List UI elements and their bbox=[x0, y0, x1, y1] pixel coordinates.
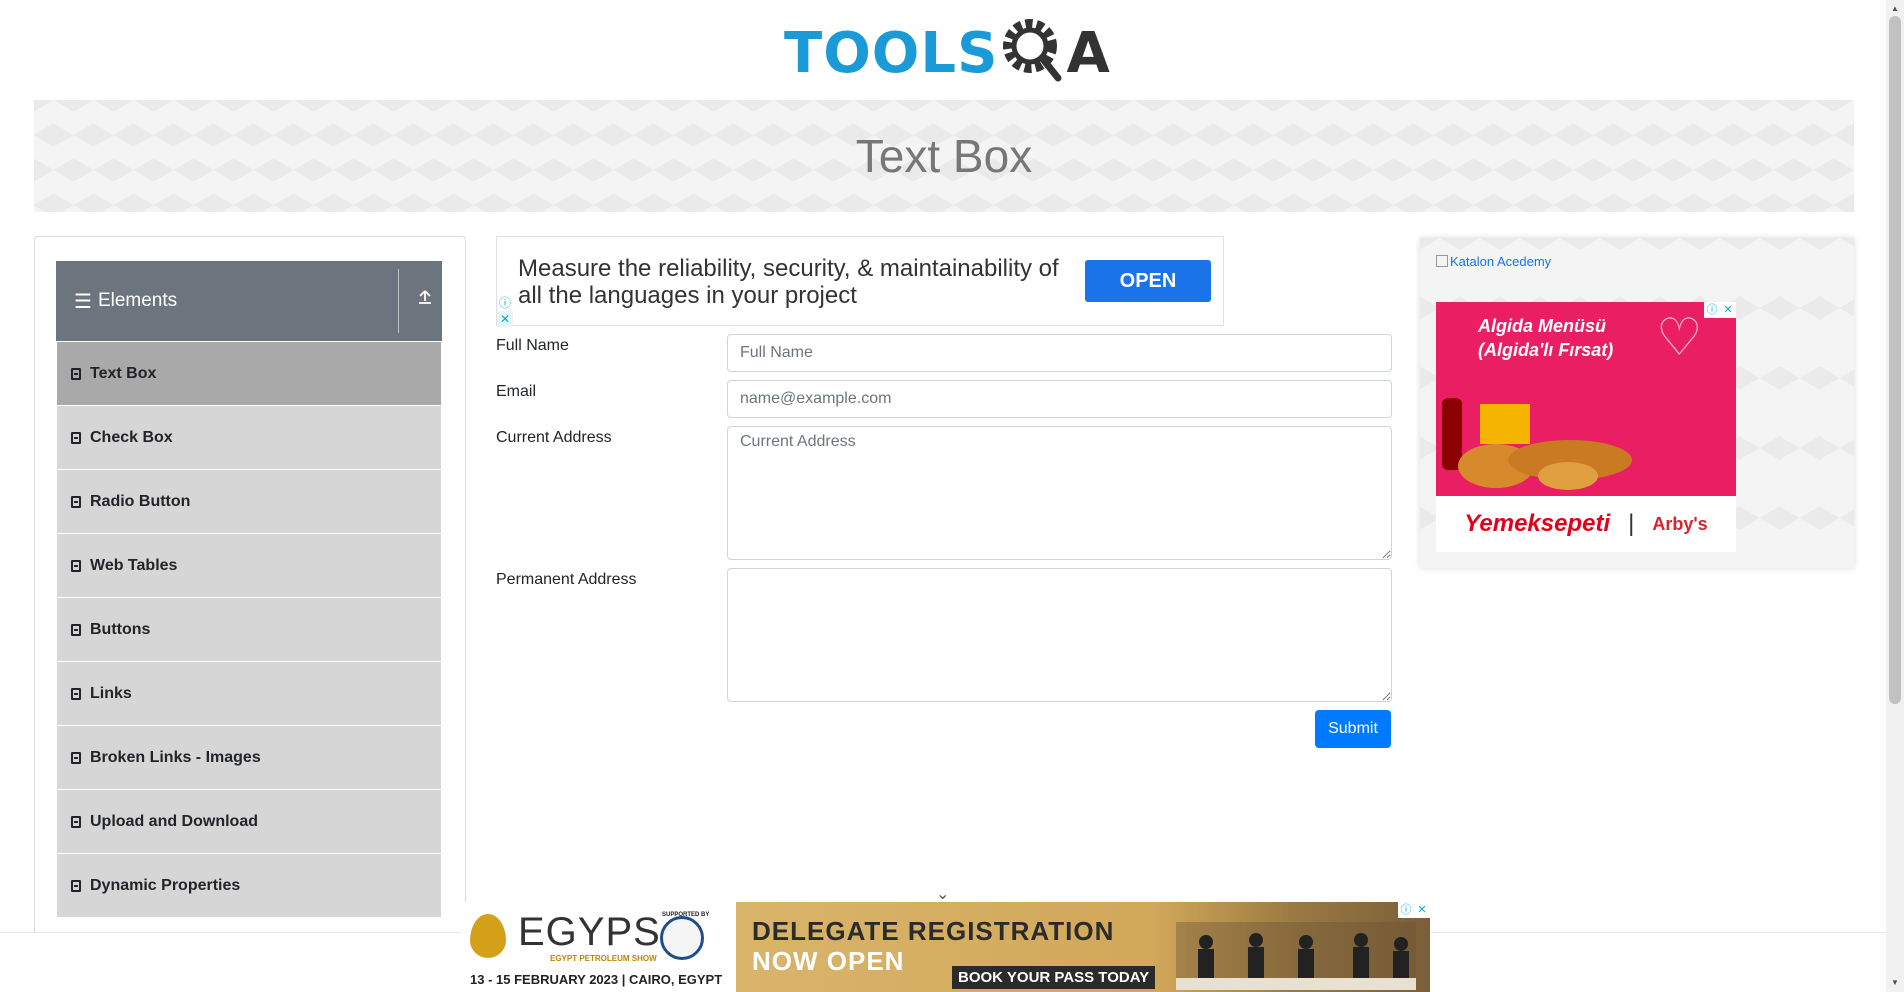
html-file-icon bbox=[71, 431, 81, 444]
sidebar-item-label: Upload and Download bbox=[90, 812, 258, 830]
ad-close-icon[interactable]: ✕ bbox=[1414, 902, 1430, 918]
ad-close-icon[interactable]: ✕ bbox=[1720, 302, 1736, 318]
page-title: Text Box bbox=[855, 130, 1033, 182]
heart-icon: ♡ bbox=[1656, 309, 1703, 367]
government-seal-icon bbox=[660, 916, 704, 960]
html-file-icon bbox=[71, 815, 81, 828]
sidebar-item-upload-download[interactable]: Upload and Download bbox=[57, 789, 441, 853]
sidebar-item-buttons[interactable]: Buttons bbox=[57, 597, 441, 661]
sidebar-item-broken-links[interactable]: Broken Links - Images bbox=[57, 725, 441, 789]
panel-people-photo bbox=[1176, 922, 1416, 990]
food-ad[interactable]: Algida Menüsü (Algida'lı Fırsat) ♡ ⓘ ✕ Ye… bbox=[1436, 302, 1736, 552]
katalon-academy-link[interactable]: Katalon Acedemy bbox=[1436, 254, 1551, 269]
sidebar-item-web-tables[interactable]: Web Tables bbox=[57, 533, 441, 597]
elements-group-header[interactable]: ☰ Elements bbox=[56, 261, 442, 341]
ad-message: Measure the reliability, security, & mai… bbox=[518, 255, 1059, 309]
arbys-logo: Arby's bbox=[1652, 513, 1708, 534]
chevron-down-icon[interactable]: ⌄ bbox=[936, 884, 949, 904]
hamburger-icon: ☰ bbox=[74, 290, 92, 313]
right-ad-panel: Katalon Acedemy Algida Menüsü (Algida'lı… bbox=[1420, 238, 1854, 568]
sidebar-item-radio-button[interactable]: Radio Button bbox=[57, 469, 441, 533]
sidebar-item-label: Text Box bbox=[90, 364, 157, 382]
egyps-logo-text: EGYPS bbox=[518, 910, 661, 954]
page-banner: Text Box bbox=[34, 100, 1854, 212]
email-label: Email bbox=[496, 383, 537, 400]
current-address-label: Current Address bbox=[496, 429, 612, 446]
scroll-down-icon[interactable]: ▼ bbox=[1891, 978, 1899, 987]
permanent-address-textarea[interactable] bbox=[727, 568, 1392, 702]
html-file-icon bbox=[71, 687, 81, 700]
header-divider bbox=[398, 269, 399, 333]
yemeksepeti-logo: Yemeksepeti bbox=[1464, 510, 1611, 537]
logo-a-text: A bbox=[1066, 21, 1110, 86]
broken-image-icon bbox=[1436, 255, 1448, 267]
ad-info-icon[interactable]: ⓘ bbox=[1398, 902, 1414, 918]
sidebar-item-dynamic-properties[interactable]: Dynamic Properties bbox=[57, 853, 441, 917]
top-ad-banner[interactable]: Measure the reliability, security, & mai… bbox=[496, 236, 1224, 327]
event-date: 13 - 15 FEBRUARY 2023 | CAIRO, EGYPT bbox=[470, 972, 723, 987]
sidebar-item-links[interactable]: Links bbox=[57, 661, 441, 725]
logo-tools-text: TOOLS bbox=[784, 21, 999, 86]
ad-info-icon[interactable]: ⓘ bbox=[1704, 302, 1720, 318]
html-file-icon bbox=[71, 623, 81, 636]
elements-menu-list: Text Box Check Box Radio Button Web Tabl… bbox=[57, 341, 441, 917]
sidebar-item-label: Dynamic Properties bbox=[90, 876, 241, 894]
current-address-textarea[interactable] bbox=[727, 426, 1392, 560]
egyps-subtitle: EGYPT PETROLEUM SHOW bbox=[550, 954, 657, 963]
sidebar-item-label: Web Tables bbox=[90, 556, 178, 574]
sidebar-item-label: Links bbox=[90, 684, 132, 702]
food-ad-title: Algida Menüsü (Algida'lı Fırsat) bbox=[1478, 314, 1613, 362]
food-title-line2: (Algida'lı Fırsat) bbox=[1478, 340, 1614, 360]
html-file-icon bbox=[71, 751, 81, 764]
egyps-branding: EGYPS EGYPT PETROLEUM SHOW SUPPORTED BY … bbox=[460, 902, 736, 992]
food-title-line1: Algida Menüsü bbox=[1478, 316, 1607, 336]
headline-line1: DELEGATE REGISTRATION bbox=[752, 916, 1115, 946]
ad-info-icon[interactable]: ⓘ bbox=[497, 295, 513, 311]
egyps-bottom-ad[interactable]: EGYPS EGYPT PETROLEUM SHOW SUPPORTED BY … bbox=[460, 902, 1430, 992]
katalon-alt-text: Katalon Acedemy bbox=[1450, 254, 1552, 269]
collapse-arrow-icon[interactable] bbox=[418, 289, 432, 310]
brand-separator: | bbox=[1628, 510, 1635, 537]
toolsqa-logo[interactable]: TOOLS A bbox=[784, 16, 1110, 92]
sidebar-item-check-box[interactable]: Check Box bbox=[57, 405, 441, 469]
html-file-icon bbox=[71, 559, 81, 572]
sidebar-item-label: Broken Links - Images bbox=[90, 748, 261, 766]
ad-close-icon[interactable]: ✕ bbox=[497, 311, 513, 327]
sidebar-item-label: Radio Button bbox=[90, 492, 191, 510]
scroll-up-icon[interactable]: ▲ bbox=[1891, 4, 1899, 13]
food-ad-controls[interactable]: ⓘ ✕ bbox=[1704, 302, 1736, 318]
html-file-icon bbox=[71, 495, 81, 508]
html-file-icon bbox=[71, 367, 81, 380]
sidebar-item-text-box[interactable]: Text Box bbox=[57, 341, 441, 405]
group-title: Elements bbox=[97, 290, 178, 311]
full-name-label: Full Name bbox=[496, 337, 569, 354]
food-ad-image: Algida Menüsü (Algida'lı Fırsat) ♡ ⓘ ✕ bbox=[1436, 302, 1736, 496]
gear-magnifier-icon bbox=[1000, 16, 1064, 93]
ad-open-button[interactable]: OPEN bbox=[1085, 260, 1211, 302]
page-scrollbar[interactable]: ▲ ▼ bbox=[1886, 0, 1904, 992]
full-name-input[interactable] bbox=[727, 334, 1392, 372]
egyps-ad-controls[interactable]: ⓘ ✕ bbox=[1398, 902, 1430, 918]
oil-drop-icon bbox=[470, 914, 506, 958]
food-ad-brands: Yemeksepeti | Arby's bbox=[1436, 496, 1736, 552]
food-items-illustration bbox=[1442, 398, 1632, 490]
sidebar-item-label: Check Box bbox=[90, 428, 173, 446]
html-file-icon bbox=[71, 879, 81, 892]
egyps-registration-banner: DELEGATE REGISTRATION NOW OPEN BOOK YOUR… bbox=[736, 902, 1430, 992]
left-sidebar-panel: ☰ Elements Text Box Check Box Radio Butt… bbox=[34, 236, 466, 992]
scrollbar-thumb[interactable] bbox=[1889, 16, 1901, 704]
book-pass-cta[interactable]: BOOK YOUR PASS TODAY bbox=[952, 966, 1156, 989]
submit-button[interactable]: Submit bbox=[1315, 710, 1391, 748]
sidebar-item-label: Buttons bbox=[90, 620, 151, 638]
permanent-address-label: Permanent Address bbox=[496, 571, 637, 588]
email-input[interactable] bbox=[727, 380, 1392, 418]
